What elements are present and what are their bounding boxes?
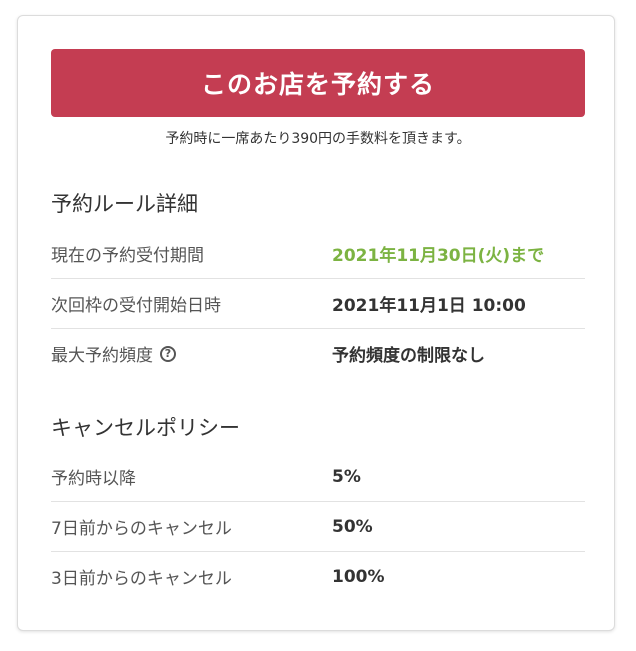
cancel-policy-list: 予約時以降 5% 7日前からのキャンセル 50% 3日前からのキャンセル 100… xyxy=(51,452,585,601)
reserve-button[interactable]: このお店を予約する xyxy=(51,49,585,117)
rule-value: 2021年11月1日 10:00 xyxy=(332,296,526,316)
rule-label: 最大予約頻度 xyxy=(51,346,153,366)
cancel-label: 3日前からのキャンセル xyxy=(51,569,232,589)
rules-list: 現在の予約受付期間 2021年11月30日(火)まで 次回枠の受付開始日時 20… xyxy=(51,229,585,378)
rule-row-next-open: 次回枠の受付開始日時 2021年11月1日 10:00 xyxy=(51,279,585,329)
cancel-label: 7日前からのキャンセル xyxy=(51,519,232,539)
cancel-row: 予約時以降 5% xyxy=(51,452,585,502)
cancel-value: 100% xyxy=(332,566,385,587)
rule-label: 現在の予約受付期間 xyxy=(51,246,204,266)
help-circle-icon[interactable]: ? xyxy=(160,345,176,362)
cancel-row: 7日前からのキャンセル 50% xyxy=(51,502,585,552)
rules-title: 予約ルール詳細 xyxy=(51,192,198,216)
cancel-value: 5% xyxy=(332,466,361,487)
rule-label-with-help: 最大予約頻度 ? xyxy=(51,341,332,366)
rule-row-period: 現在の予約受付期間 2021年11月30日(火)まで xyxy=(51,229,585,279)
cancel-label: 予約時以降 xyxy=(51,469,136,489)
rule-row-frequency: 最大予約頻度 ? 予約頻度の制限なし xyxy=(51,329,585,378)
rule-label: 次回枠の受付開始日時 xyxy=(51,296,221,316)
cancel-row: 3日前からのキャンセル 100% xyxy=(51,552,585,601)
reservation-card: このお店を予約する 予約時に一席あたり390円の手数料を頂きます。 予約ルール詳… xyxy=(17,15,615,631)
rule-value: 2021年11月30日(火)まで xyxy=(332,246,545,266)
cancel-policy-title: キャンセルポリシー xyxy=(51,416,240,440)
fee-note: 予約時に一席あたり390円の手数料を頂きます。 xyxy=(165,131,471,147)
rule-value: 予約頻度の制限なし xyxy=(332,346,485,366)
cancel-value: 50% xyxy=(332,516,373,537)
